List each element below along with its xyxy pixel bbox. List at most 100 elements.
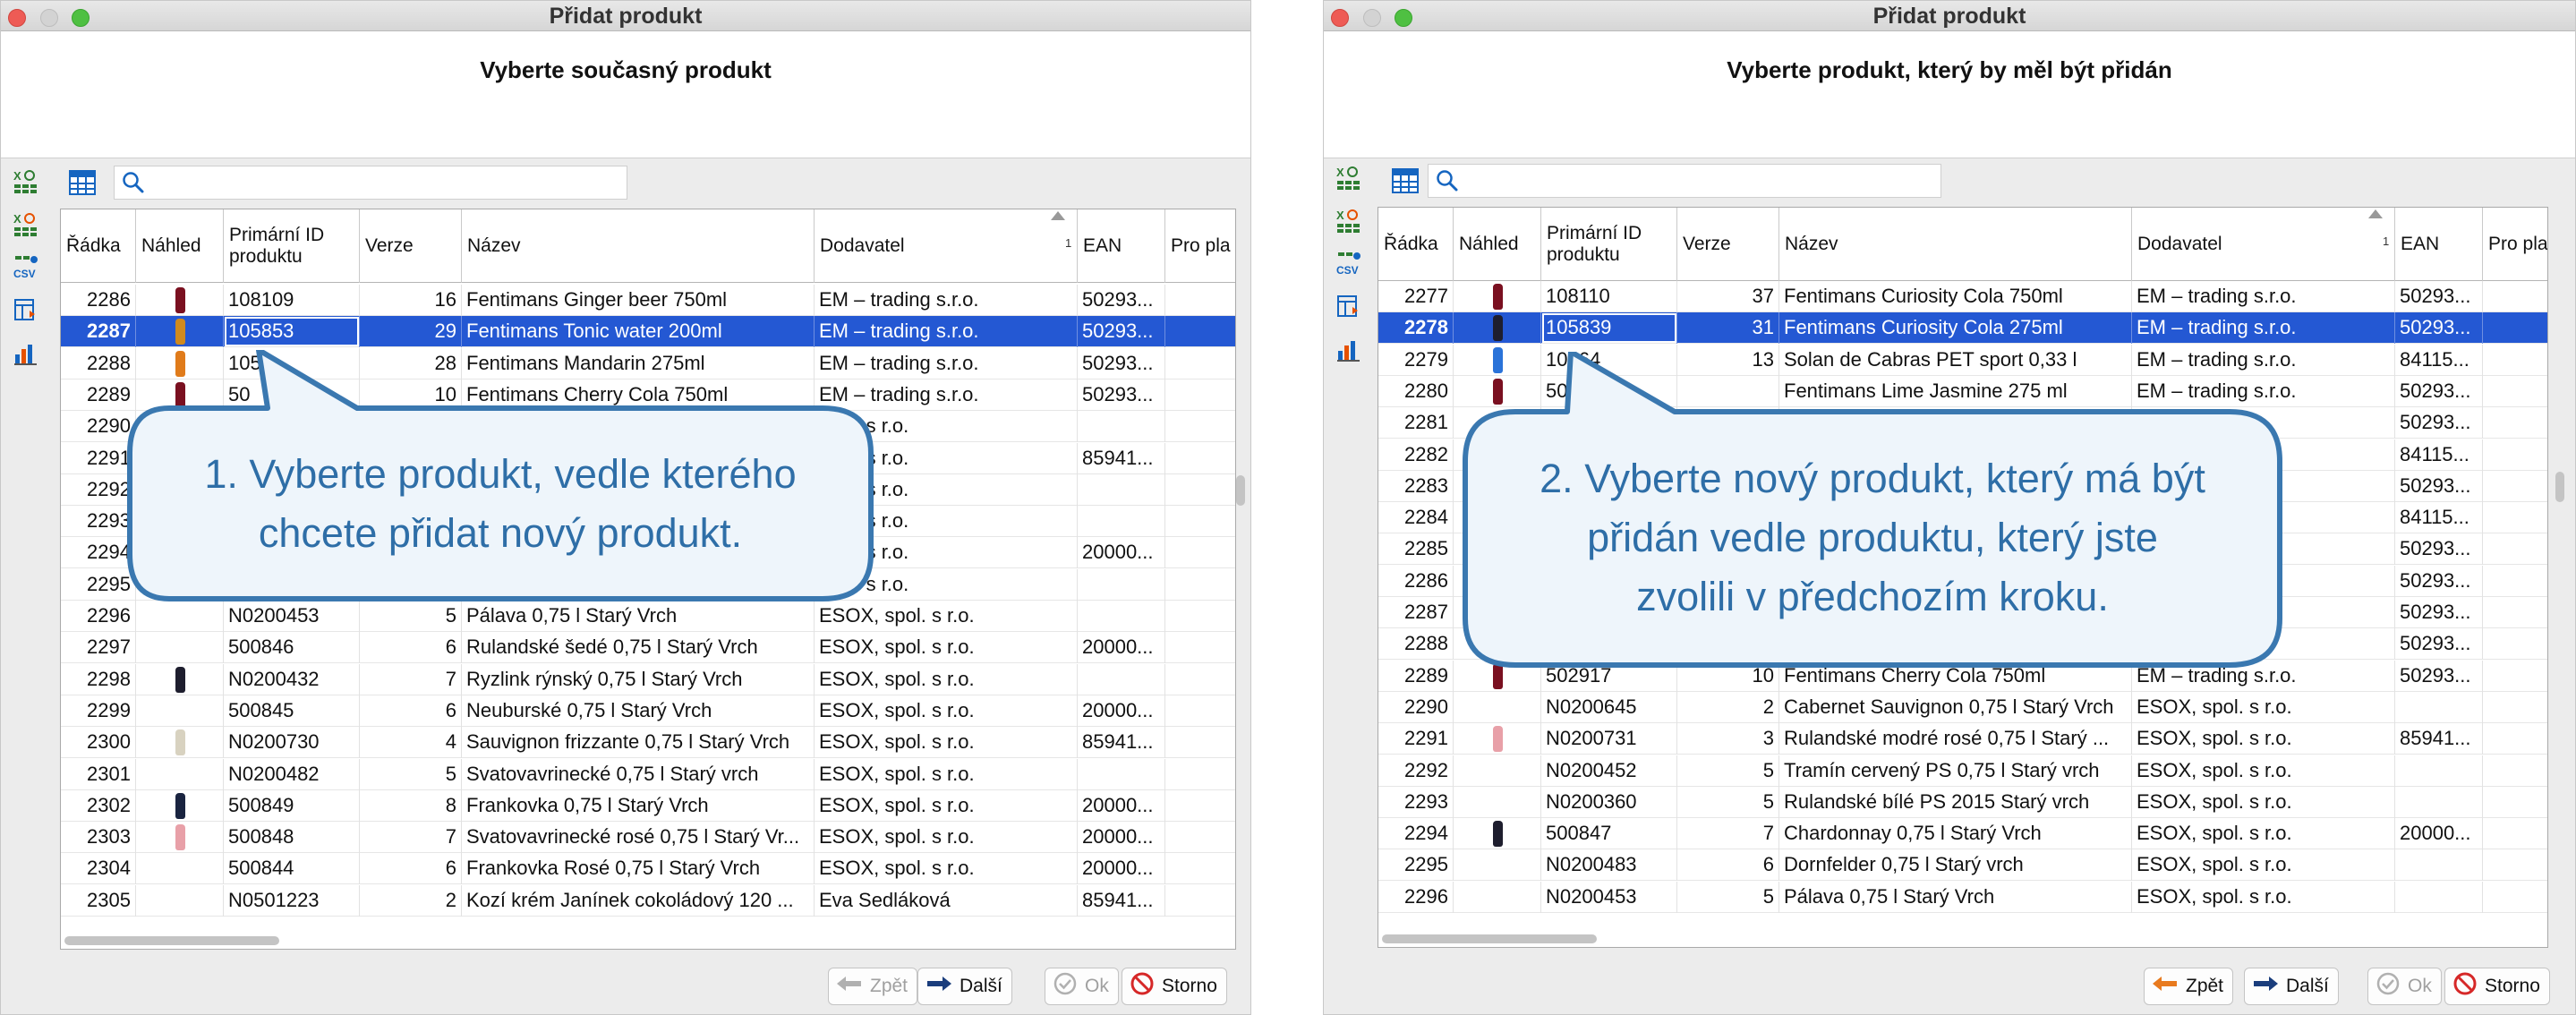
table-row[interactable]: 2297 500846 6 Rulandské šedé 0,75 l Starý V… [61,632,1235,664]
nazev-cell: Svatovavrinecké 0,75 l Starý vrch [462,758,815,790]
table-row[interactable]: 2303 500848 7 Svatovavrinecké rosé 0,75 l S… [61,822,1235,854]
excel-export-icon[interactable]: X [1333,162,1365,194]
table-row[interactable]: 2292 N0200452 5 Tramín cervený PS 0,75 l St… [1378,755,2547,787]
bottle-thumbnail-icon [175,792,185,819]
table-row[interactable]: 2300 N0200730 4 Sauvignon frizzante 0,75 l … [61,727,1235,759]
id-cell: 500845 [224,695,360,727]
next-button-label: Další [2286,976,2329,996]
column-header[interactable]: Název [462,209,815,283]
search-input[interactable] [114,166,627,200]
dodavatel-cell: ESOX, spol. s r.o. [815,695,1078,727]
pro-cell [2483,755,2547,787]
table-row[interactable]: 2304 500844 6 Frankovka Rosé 0,75 l Starý V… [61,853,1235,885]
next-button[interactable]: Další [917,968,1012,1005]
horizontal-scrollbar[interactable] [1382,934,1597,943]
nazev-cell: Fentimans Tonic water 200ml [462,316,815,348]
back-button-label: Zpět [870,976,908,996]
next-button[interactable]: Další [2244,968,2339,1005]
radka-cell: 2278 [1378,312,1454,345]
column-header[interactable]: EAN [1078,209,1165,283]
verze-cell: 6 [360,853,462,885]
horizontal-scrollbar[interactable] [64,936,279,945]
table-row[interactable]: 2293 N0200360 5 Rulandské bílé PS 2015 Star… [1378,786,2547,818]
table-row[interactable]: 2294 500847 7 Chardonnay 0,75 l Starý Vrch E… [1378,818,2547,850]
column-header[interactable]: Dodavatel [815,209,1078,283]
verze-cell: 7 [1677,818,1779,850]
ean-cell [1078,601,1165,632]
table-row[interactable]: 2299 500845 6 Neuburské 0,75 l Starý Vrch ES… [61,695,1235,727]
csv-export-icon[interactable]: CSV [1333,248,1365,280]
verze-cell: 5 [1677,755,1779,787]
column-header[interactable]: Primární ID produktu [1541,208,1677,281]
radka-cell: 2292 [1378,755,1454,787]
svg-text:CSV: CSV [1336,264,1359,277]
radka-cell: 2293 [1378,786,1454,818]
preview-cell [136,758,224,790]
table-row-selected[interactable]: 2287 105853 29 Fentimans Tonic water 200ml E… [61,316,1235,348]
vertical-scrollbar[interactable] [1236,475,1245,506]
table-settings-icon[interactable] [1333,291,1365,323]
pro-cell [2483,628,2547,660]
dodavatel-cell: EM – trading s.r.o. [2132,312,2395,345]
table-row[interactable]: 2277 108110 37 Fentimans Curiosity Cola 750… [1378,281,2547,312]
table-row[interactable]: 2290 N0200645 2 Cabernet Sauvignon 0,75 l S… [1378,691,2547,723]
table-view-icon[interactable] [1392,168,1419,193]
ean-cell: 20000... [1078,537,1165,569]
excel-export-all-icon[interactable]: X [10,209,42,241]
table-row[interactable]: 2301 N0200482 5 Svatovavrinecké 0,75 l Star… [61,758,1235,790]
column-header[interactable]: Náhled [136,209,224,283]
table-settings-icon[interactable] [10,294,42,327]
instruction-callout-1: 1. Vyberte produkt, vedle kterého chcete… [124,350,880,610]
radka-cell: 2284 [1378,502,1454,534]
cancel-button[interactable]: Storno [1122,968,1227,1005]
cancel-button[interactable]: Storno [2444,968,2550,1005]
back-button[interactable]: Zpět [2144,968,2234,1005]
ean-cell: 50293... [2395,628,2483,661]
chart-icon[interactable] [10,337,42,370]
table-view-icon[interactable] [69,170,96,195]
dodavatel-cell: ESOX, spol. s r.o. [815,822,1078,854]
excel-export-all-icon[interactable]: X [1333,205,1365,237]
table-row[interactable]: 2296 N0200453 5 Pálava 0,75 l Starý Vrch ESO… [1378,881,2547,913]
radka-cell: 2295 [1378,849,1454,882]
column-header[interactable]: Řádka [1378,208,1454,281]
column-header[interactable]: Pro pla [2483,208,2547,281]
column-header[interactable]: Verze [1677,208,1779,281]
column-header[interactable]: Náhled [1454,208,1541,281]
ean-cell [2395,755,2483,787]
table-row[interactable]: 2298 N0200432 7 Ryzlink rýnský 0,75 l Starý… [61,663,1235,695]
preview-cell [136,632,224,664]
svg-text:CSV: CSV [13,268,36,280]
ean-cell: 20000... [2395,818,2483,850]
ok-button[interactable]: Ok [1045,968,1119,1005]
column-header[interactable]: Dodavatel [2132,208,2395,281]
pro-cell [1165,632,1235,663]
svg-text:X: X [13,212,21,226]
table-row[interactable]: 2295 N0200483 6 Dornfelder 0,75 l Starý vrc… [1378,849,2547,882]
column-header[interactable]: Pro pla [1165,209,1235,283]
column-header[interactable]: Primární ID produktu [224,209,360,283]
back-button[interactable]: Zpět [828,968,918,1005]
radka-cell: 2289 [1378,660,1454,692]
nazev-cell: Ryzlink rýnský 0,75 l Starý Vrch [462,663,815,695]
bottle-thumbnail-icon [1492,726,1503,753]
column-header[interactable]: Název [1779,208,2132,281]
table-row[interactable]: 2291 N0200731 3 Rulandské modré rosé 0,75 l… [1378,723,2547,755]
pro-cell [2483,312,2547,344]
excel-export-icon[interactable]: X [10,166,42,198]
dialog-buttons: Zpět Další Ok Storno [821,968,1250,1007]
table-row[interactable]: 2305 N0501223 2 Kozí krém Janínek cokoládov… [61,884,1235,917]
table-row[interactable]: 2286 108109 16 Fentimans Ginger beer 750ml E… [61,285,1235,316]
table-row[interactable]: 2302 500849 8 Frankovka 0,75 l Starý Vrch ES… [61,789,1235,822]
preview-cell [1454,723,1541,755]
column-header[interactable]: Verze [360,209,462,283]
ok-button[interactable]: Ok [2367,968,2442,1005]
csv-export-icon[interactable]: CSV [10,252,42,284]
chart-icon[interactable] [1333,334,1365,366]
ean-cell: 50293... [2395,281,2483,312]
search-input[interactable] [1428,164,1941,198]
vertical-scrollbar[interactable] [2555,472,2564,502]
table-row-selected[interactable]: 2278 105839 31 Fentimans Curiosity Cola 275… [1378,312,2547,345]
column-header[interactable]: EAN [2395,208,2483,281]
column-header[interactable]: Řádka [61,209,136,283]
